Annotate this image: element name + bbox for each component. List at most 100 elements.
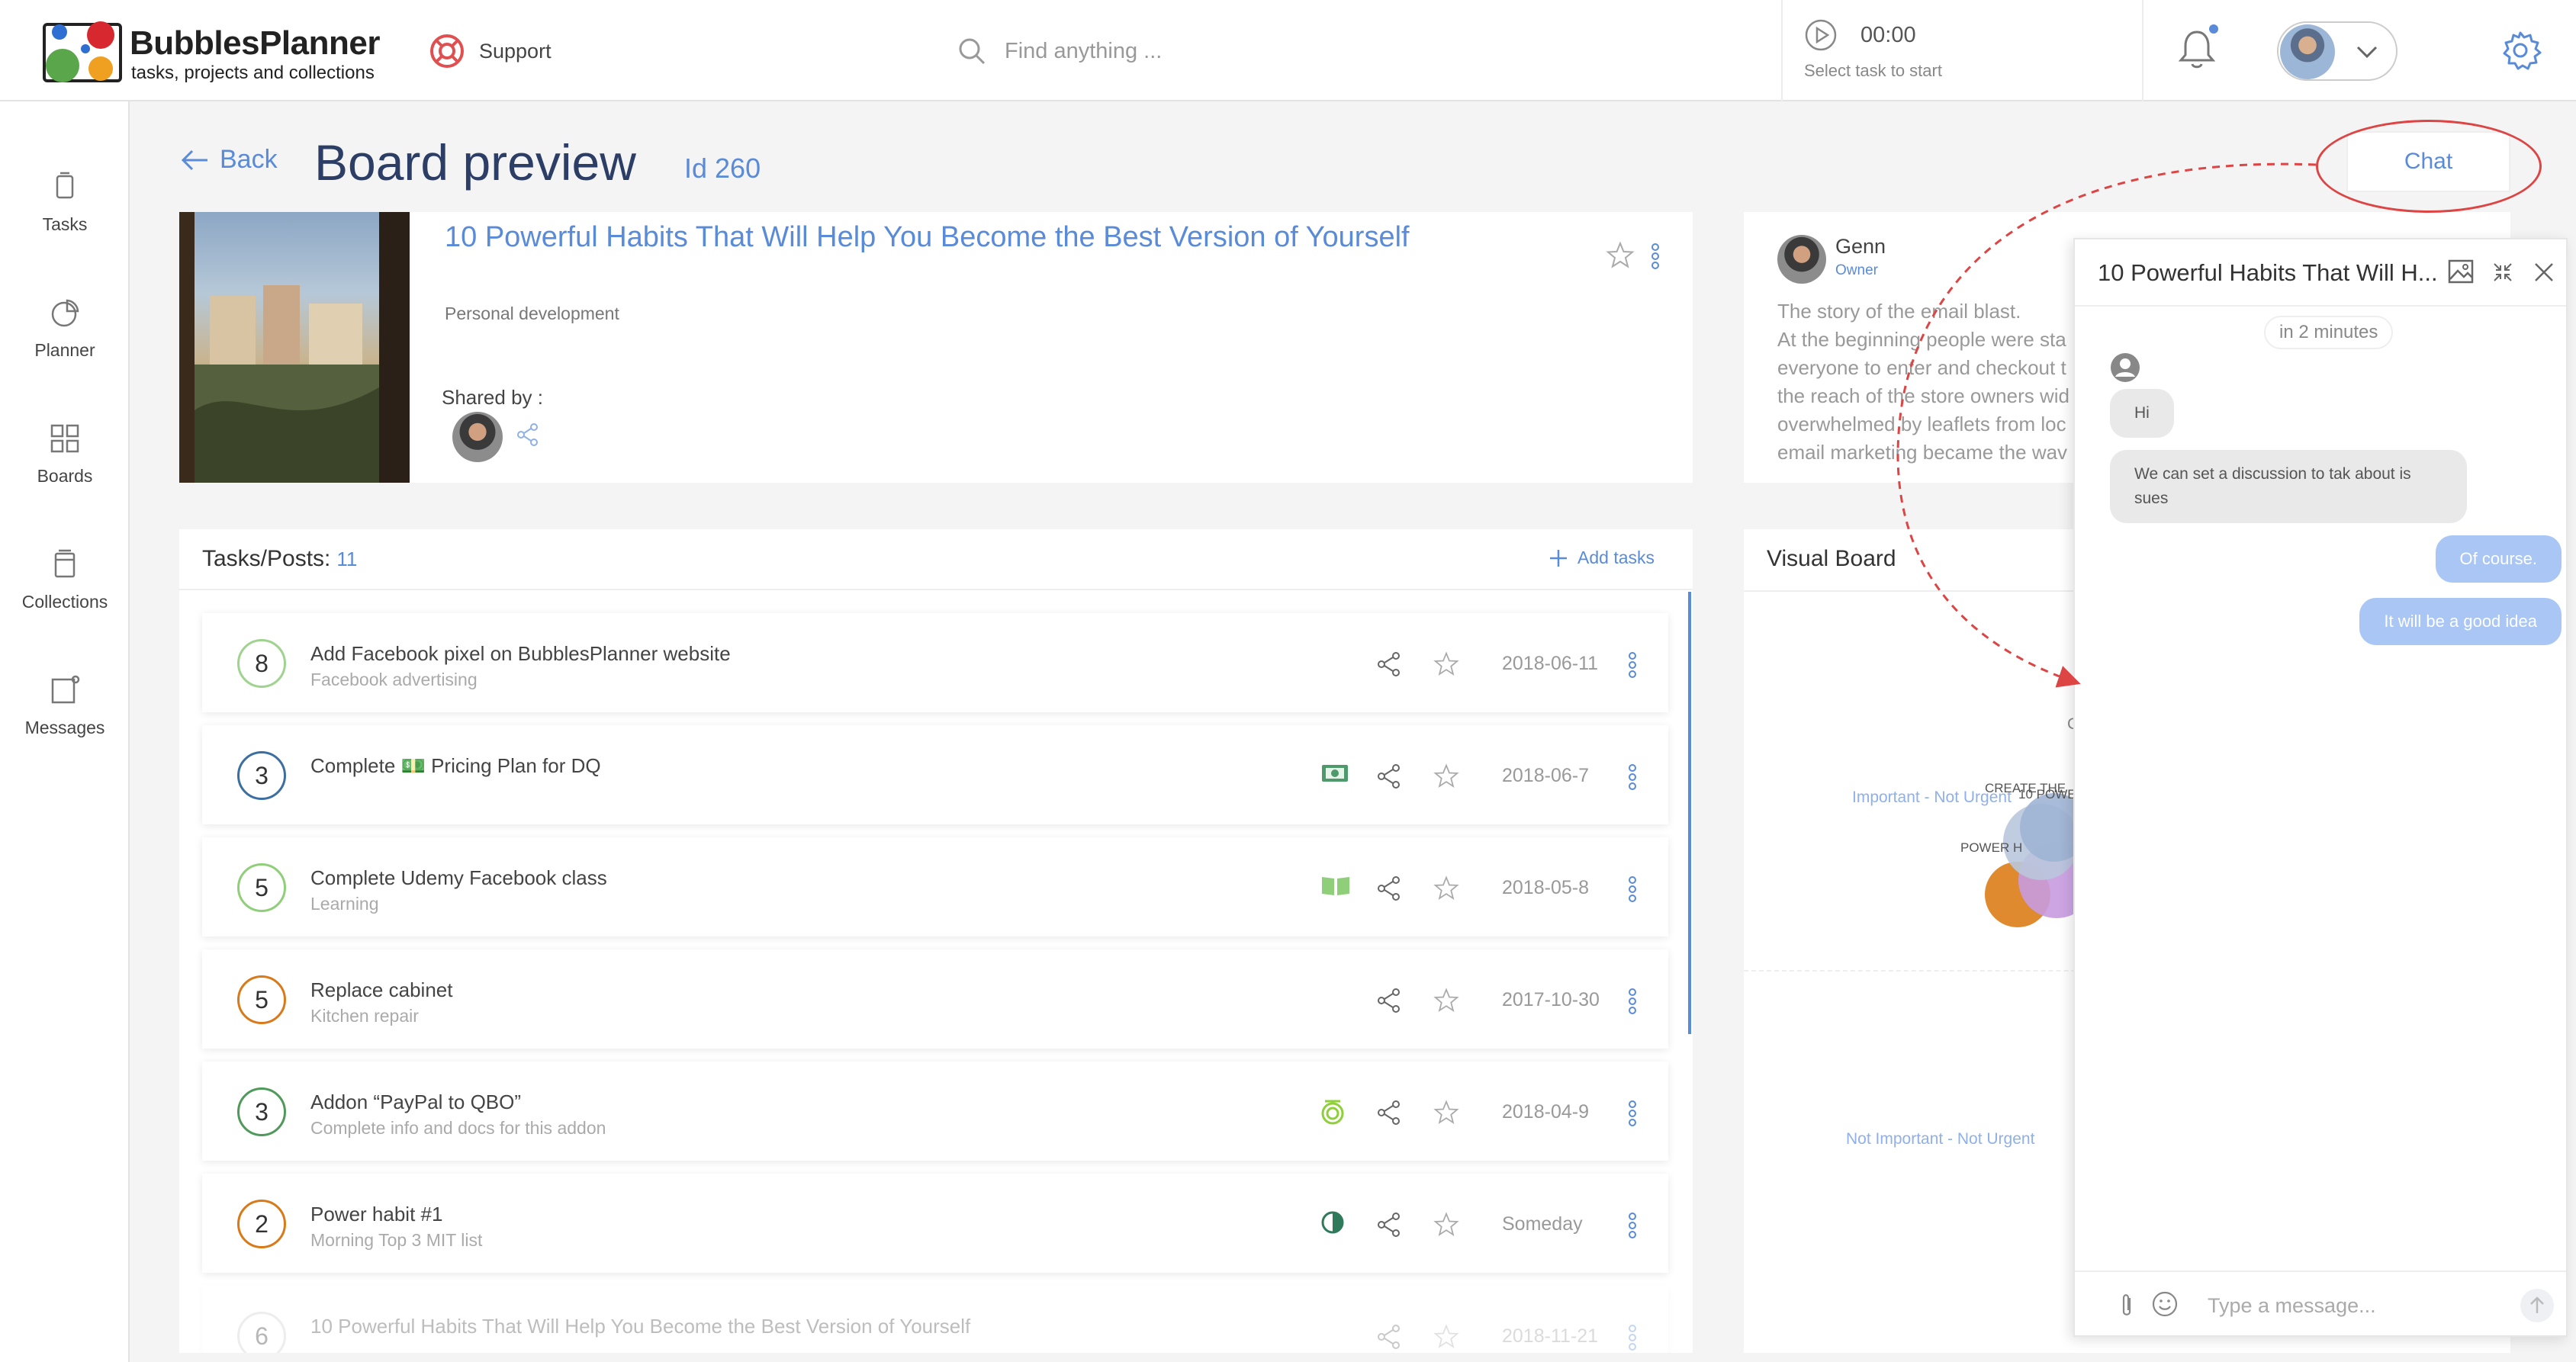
more-options-icon[interactable] bbox=[1627, 1100, 1638, 1127]
sidebar-item-label: Boards bbox=[37, 466, 93, 486]
tasks-label: Tasks/Posts: bbox=[202, 546, 331, 571]
task-title[interactable]: Power habit #1 bbox=[310, 1203, 442, 1226]
image-icon[interactable] bbox=[2447, 258, 2475, 285]
task-title[interactable]: Add Facebook pixel on BubblesPlanner web… bbox=[310, 642, 731, 666]
task-row[interactable]: 5 Replace cabinet Kitchen repair 2017-10-30 bbox=[202, 949, 1668, 1049]
task-row[interactable]: 2 Power habit #1 Morning Top 3 MIT list Som… bbox=[202, 1174, 1668, 1273]
task-title[interactable]: Complete 💵 Pricing Plan for DQ bbox=[310, 754, 601, 778]
task-subtitle: Facebook advertising bbox=[310, 670, 478, 689]
share-icon[interactable] bbox=[1377, 1212, 1401, 1238]
star-icon[interactable] bbox=[1433, 651, 1459, 677]
arrow-up-icon bbox=[2530, 1296, 2544, 1313]
task-row[interactable]: 6 10 Powerful Habits That Will Help You B… bbox=[202, 1286, 1668, 1353]
task-title[interactable]: Complete Udemy Facebook class bbox=[310, 866, 607, 890]
message-input[interactable] bbox=[2208, 1289, 2497, 1322]
more-options-icon[interactable] bbox=[1627, 875, 1638, 903]
task-subtitle: Morning Top 3 MIT list bbox=[310, 1230, 483, 1250]
sidebar-item-collections[interactable]: Collections bbox=[0, 548, 130, 639]
star-icon[interactable] bbox=[1433, 1212, 1459, 1238]
task-subtitle: Complete info and docs for this addon bbox=[310, 1118, 606, 1138]
notification-dot bbox=[2209, 24, 2218, 34]
search-icon bbox=[959, 38, 986, 65]
priority-value: 5 bbox=[255, 873, 269, 901]
annotation-circle bbox=[2316, 120, 2542, 213]
task-row[interactable]: 3 Complete 💵 Pricing Plan for DQ 2018-06-7 bbox=[202, 725, 1668, 824]
board-cover-image bbox=[179, 212, 410, 483]
sidebar-item-planner[interactable]: Planner bbox=[0, 296, 130, 387]
priority-badge: 3 bbox=[237, 751, 286, 800]
priority-badge: 8 bbox=[237, 639, 286, 688]
support-link[interactable]: Support bbox=[429, 32, 552, 70]
task-subtitle: Kitchen repair bbox=[310, 1006, 419, 1026]
boards-icon bbox=[50, 424, 79, 453]
global-search[interactable]: Find anything ... bbox=[957, 32, 1491, 70]
more-options-icon[interactable] bbox=[1627, 988, 1638, 1015]
sidebar-item-label: Collections bbox=[21, 592, 108, 612]
task-date: 2018-06-7 bbox=[1502, 765, 1589, 786]
minimize-icon[interactable] bbox=[2491, 261, 2514, 284]
priority-value: 3 bbox=[255, 1097, 269, 1126]
app-logo[interactable]: BubblesPlanner tasks, projects and colle… bbox=[43, 18, 380, 87]
task-row[interactable]: 8 Add Facebook pixel on BubblesPlanner we… bbox=[202, 613, 1668, 712]
share-icon[interactable] bbox=[516, 422, 539, 447]
tasks-heading: Tasks/Posts: 11 bbox=[202, 546, 357, 572]
task-title[interactable]: Replace cabinet bbox=[310, 978, 452, 1002]
task-date: 2018-05-8 bbox=[1502, 877, 1589, 898]
play-icon[interactable] bbox=[1804, 18, 1838, 52]
owner-name: Genn bbox=[1835, 235, 1886, 258]
sidebar-item-label: Tasks bbox=[42, 214, 88, 234]
scrollbar[interactable] bbox=[1688, 592, 1691, 1034]
star-icon[interactable] bbox=[1433, 763, 1459, 789]
sidebar-item-boards[interactable]: Boards bbox=[0, 422, 130, 513]
logo-bubbles-icon bbox=[43, 21, 122, 82]
sidebar-item-tasks[interactable]: Tasks bbox=[0, 170, 130, 262]
arrow-left-icon bbox=[181, 149, 207, 170]
share-icon[interactable] bbox=[1377, 1324, 1401, 1350]
more-options-icon[interactable] bbox=[1627, 1324, 1638, 1351]
share-icon[interactable] bbox=[1377, 875, 1401, 901]
priority-value: 3 bbox=[255, 761, 269, 789]
board-title[interactable]: 10 Powerful Habits That Will Help You Be… bbox=[445, 221, 1410, 254]
close-icon[interactable] bbox=[2533, 261, 2555, 284]
add-tasks-label: Add tasks bbox=[1577, 548, 1655, 567]
star-icon[interactable] bbox=[1433, 1100, 1459, 1126]
more-options-icon[interactable] bbox=[1650, 243, 1661, 270]
task-row[interactable]: 3 Addon “PayPal to QBO” Complete info and … bbox=[202, 1062, 1668, 1161]
top-bar: BubblesPlanner tasks, projects and colle… bbox=[0, 0, 2576, 101]
share-icon[interactable] bbox=[1377, 763, 1401, 789]
back-button[interactable]: Back bbox=[180, 145, 278, 175]
page-title: Board preview bbox=[314, 134, 636, 191]
task-row[interactable]: 5 Complete Udemy Facebook class Learning 20… bbox=[202, 837, 1668, 936]
gear-icon[interactable] bbox=[2499, 29, 2542, 72]
tasks-panel: Tasks/Posts: 11 Add tasks 8 Add Facebook p… bbox=[179, 529, 1693, 1353]
sidebar-item-label: Messages bbox=[24, 718, 105, 737]
task-timer[interactable]: 00:00 Select task to start bbox=[1781, 0, 2143, 101]
star-icon[interactable] bbox=[1433, 1324, 1459, 1350]
star-icon[interactable] bbox=[1606, 241, 1635, 270]
task-title[interactable]: Addon “PayPal to QBO” bbox=[310, 1091, 521, 1114]
sidebar-item-messages[interactable]: Messages bbox=[0, 673, 130, 765]
avatar[interactable] bbox=[452, 412, 503, 462]
board-id: Id 260 bbox=[684, 153, 761, 184]
share-icon[interactable] bbox=[1377, 988, 1401, 1013]
star-icon[interactable] bbox=[1433, 875, 1459, 901]
money-icon bbox=[1322, 765, 1348, 782]
message-incoming: Hi bbox=[2110, 389, 2174, 438]
task-date: Someday bbox=[1502, 1213, 1583, 1235]
share-icon[interactable] bbox=[1377, 1100, 1401, 1126]
more-options-icon[interactable] bbox=[1627, 1212, 1638, 1239]
search-input[interactable]: Find anything ... bbox=[1005, 39, 1162, 64]
task-title[interactable]: 10 Powerful Habits That Will Help You Be… bbox=[310, 1315, 970, 1338]
user-menu[interactable] bbox=[2277, 21, 2398, 81]
chat-title: 10 Powerful Habits That Will H... bbox=[2098, 259, 2438, 286]
more-options-icon[interactable] bbox=[1627, 763, 1638, 791]
chat-window: 10 Powerful Habits That Will H... in 2 m… bbox=[2073, 238, 2568, 1337]
add-tasks-button[interactable]: Add tasks bbox=[1548, 548, 1655, 568]
send-button[interactable] bbox=[2520, 1289, 2554, 1322]
more-options-icon[interactable] bbox=[1627, 651, 1638, 679]
star-icon[interactable] bbox=[1433, 988, 1459, 1013]
share-icon[interactable] bbox=[1377, 651, 1401, 677]
emoji-icon[interactable] bbox=[2151, 1290, 2179, 1318]
lifebuoy-icon bbox=[430, 34, 464, 68]
paperclip-icon[interactable] bbox=[2116, 1292, 2137, 1319]
